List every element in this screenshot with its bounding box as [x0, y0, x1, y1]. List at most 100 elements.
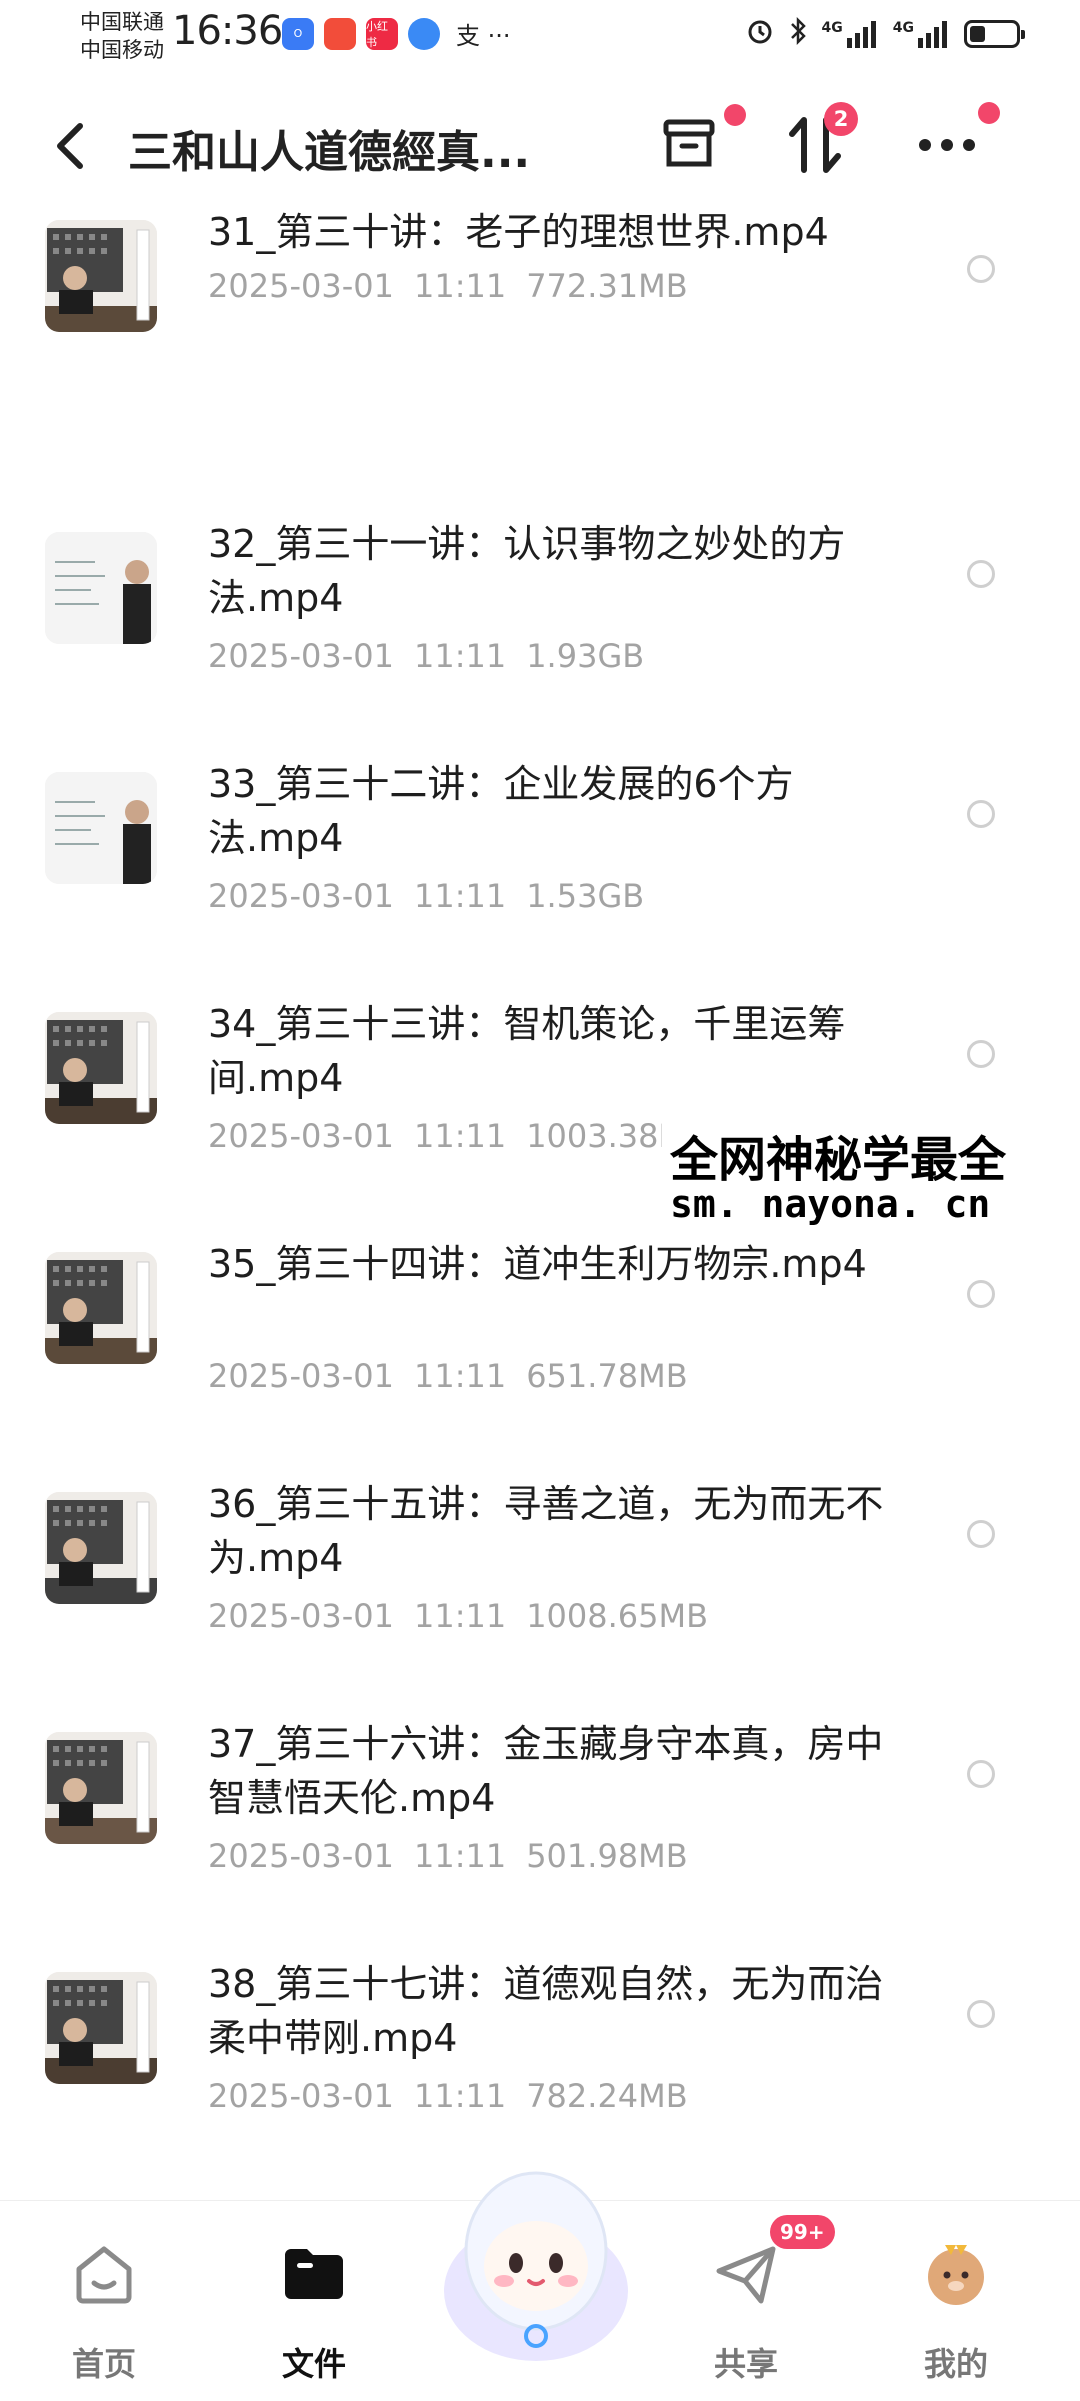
file-name: 34_第三十三讲：智机策论，千里运筹间.mp4	[208, 1002, 846, 1100]
file-meta: 2025-03-01 11:11 1.93GB	[208, 637, 644, 675]
bottom-nav: 首页 文件 99+ 共享 我的	[0, 2171, 1080, 2401]
clock: 16:36	[172, 8, 283, 54]
select-radio[interactable]	[967, 255, 995, 283]
video-thumbnail	[45, 220, 157, 332]
more-dots-icon	[919, 139, 975, 151]
app-o-icon: O	[282, 17, 314, 50]
select-radio[interactable]	[967, 1520, 995, 1548]
file-time: 11:11	[413, 1117, 507, 1155]
select-radio[interactable]	[967, 1040, 995, 1068]
video-thumbnail	[45, 1732, 157, 1844]
file-date: 2025-03-01	[208, 1597, 394, 1635]
file-meta: 2025-03-01 11:11 501.98MB	[208, 1837, 688, 1875]
file-row[interactable]: 31_第三十讲：老子的理想世界.mp4 2025-03-01 11:11 772.31…	[0, 205, 1080, 445]
carrier-2: 中国移动	[80, 38, 164, 62]
file-row[interactable]: 36_第三十五讲：寻善之道，无为而无不为.mp4 2025-03-01 11:11 1…	[0, 1405, 1080, 1645]
file-row[interactable]: 32_第三十一讲：认识事物之妙处的方法.mp4 2025-03-01 11:11 1.…	[0, 445, 1080, 685]
file-row[interactable]: 33_第三十二讲：企业发展的6个方法.mp4 2025-03-01 11:11 1.5…	[0, 685, 1080, 925]
network-type-1: 4G	[821, 19, 843, 36]
share-badge: 99+	[770, 2215, 835, 2249]
signal-1-icon: 4G	[822, 20, 879, 48]
video-thumbnail	[45, 1492, 157, 1604]
file-name: 33_第三十二讲：企业发展的6个方法.mp4	[208, 762, 794, 860]
xiaohongshu-icon: 小红书	[366, 17, 398, 50]
nav-home[interactable]: 首页	[34, 2219, 174, 2389]
notification-icons: O 小红书 支 ···	[282, 16, 511, 51]
watermark-line-2: sm. nayona. cn	[670, 1182, 991, 1226]
file-meta: 2025-03-01 11:11 1008.65MB	[208, 1597, 708, 1635]
carrier-info: 中国联通 中国移动	[80, 8, 164, 64]
file-size: 1.93GB	[526, 637, 645, 675]
select-radio[interactable]	[967, 560, 995, 588]
file-date: 2025-03-01	[208, 1117, 394, 1155]
file-date: 2025-03-01	[208, 877, 394, 915]
file-time: 11:11	[413, 2077, 507, 2115]
nav-profile[interactable]: 我的	[886, 2219, 1026, 2389]
file-name: 37_第三十六讲：金玉藏身守本真，房中智慧悟天伦.mp4	[208, 1722, 884, 1820]
nav-home-label: 首页	[71, 2345, 136, 2383]
sort-badge: 2	[824, 102, 858, 136]
globe-app-icon	[408, 17, 440, 50]
page-title: 三和山人道德經真...	[128, 127, 531, 178]
avatar-icon	[928, 2245, 984, 2305]
more-options-button[interactable]	[912, 102, 1000, 180]
file-time: 11:11	[413, 267, 507, 305]
video-thumbnail	[45, 532, 157, 644]
file-name: 32_第三十一讲：认识事物之妙处的方法.mp4	[208, 522, 846, 620]
network-type-2: 4G	[892, 19, 914, 36]
file-meta: 2025-03-01 11:11 1003.38MB	[208, 1117, 708, 1155]
file-date: 2025-03-01	[208, 1837, 394, 1875]
file-date: 2025-03-01	[208, 1357, 394, 1395]
home-icon	[76, 2246, 132, 2304]
file-time: 11:11	[413, 1597, 507, 1635]
video-thumbnail	[45, 1252, 157, 1364]
alarm-icon	[746, 17, 774, 50]
nav-files[interactable]: 文件	[244, 2219, 384, 2389]
select-radio[interactable]	[967, 800, 995, 828]
watermark-line-1: 全网神秘学最全	[670, 1132, 1007, 1188]
file-name: 35_第三十四讲：道冲生利万物宗.mp4	[208, 1242, 867, 1286]
file-name: 31_第三十讲：老子的理想世界.mp4	[208, 210, 829, 254]
paper-plane-icon	[716, 2246, 776, 2304]
select-radio[interactable]	[967, 1760, 995, 1788]
archive-icon	[663, 119, 715, 167]
file-meta: 2025-03-01 11:11 782.24MB	[208, 2077, 688, 2115]
select-radio[interactable]	[967, 2000, 995, 2028]
file-size: 772.31MB	[526, 267, 688, 305]
file-time: 11:11	[413, 1357, 507, 1395]
extra-notification-glyphs: 支 ···	[456, 22, 511, 50]
file-meta: 2025-03-01 11:11 772.31MB	[208, 267, 688, 305]
back-button[interactable]	[52, 118, 88, 184]
file-name: 36_第三十五讲：寻善之道，无为而无不为.mp4	[208, 1482, 884, 1580]
video-thumbnail	[45, 1972, 157, 2084]
app-red-icon	[324, 17, 356, 50]
sort-button[interactable]: 2	[780, 102, 858, 180]
archive-button[interactable]	[654, 104, 746, 180]
system-icons: 4G 4G	[746, 16, 1025, 51]
file-time: 11:11	[413, 1837, 507, 1875]
file-size: 782.24MB	[526, 2077, 688, 2115]
bluetooth-icon	[788, 16, 808, 51]
file-date: 2025-03-01	[208, 267, 394, 305]
file-row[interactable]: 38_第三十七讲：道德观自然，无为而治柔中带刚.mp4 2025-03-01 11:…	[0, 1885, 1080, 2125]
nav-share[interactable]: 99+ 共享	[676, 2215, 835, 2389]
file-size: 1.53GB	[526, 877, 645, 915]
file-meta: 2025-03-01 11:11 1.53GB	[208, 877, 644, 915]
video-thumbnail	[45, 772, 157, 884]
battery-level	[970, 25, 985, 42]
file-time: 11:11	[413, 637, 507, 675]
signal-2-icon: 4G	[893, 20, 950, 48]
file-time: 11:11	[413, 877, 507, 915]
video-thumbnail	[45, 1012, 157, 1124]
nav-profile-label: 我的	[923, 2345, 988, 2383]
select-radio[interactable]	[967, 1280, 995, 1308]
file-row[interactable]: 37_第三十六讲：金玉藏身守本真，房中智慧悟天伦.mp4 2025-03-01 11…	[0, 1645, 1080, 1885]
file-size: 501.98MB	[526, 1837, 688, 1875]
nav-placeholder	[428, 2219, 568, 2389]
archive-notification-dot	[724, 104, 746, 126]
header: 三和山人道德經真... 2	[0, 92, 1080, 202]
status-bar: 中国联通 中国移动 16:36 O 小红书 支 ··· 4G 4G	[0, 0, 1080, 80]
folder-icon	[285, 2249, 343, 2299]
file-date: 2025-03-01	[208, 2077, 394, 2115]
file-date: 2025-03-01	[208, 637, 394, 675]
